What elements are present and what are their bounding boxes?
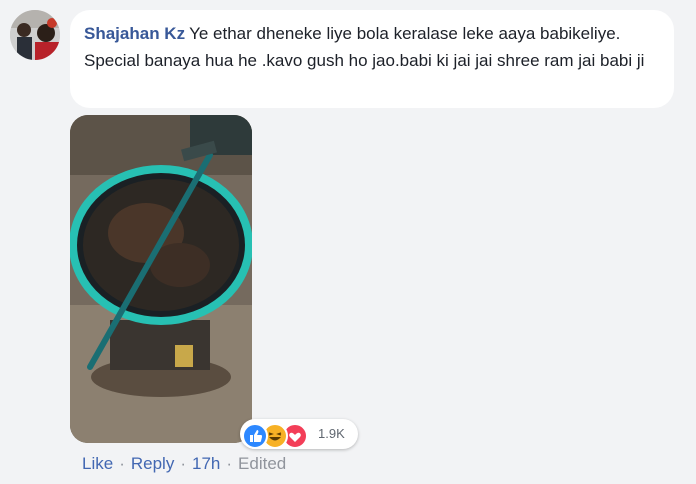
commenter-avatar[interactable]: [10, 10, 60, 60]
comment-bubble: Shajahan Kz Ye ethar dheneke liye bola ke…: [70, 10, 674, 108]
comment-photo[interactable]: [70, 115, 252, 443]
comment-author[interactable]: Shajahan Kz: [84, 24, 185, 43]
edited-label[interactable]: Edited: [238, 454, 286, 474]
separator: ·: [226, 454, 233, 473]
separator: ·: [119, 454, 125, 473]
reactions-summary[interactable]: 1.9K: [240, 419, 358, 449]
comment-actions: Like · Reply · 17h · Edited: [82, 454, 286, 474]
separator: ·: [180, 454, 186, 473]
reply-button[interactable]: Reply: [131, 454, 174, 474]
timestamp-link[interactable]: 17h: [192, 454, 220, 474]
like-button[interactable]: Like: [82, 454, 113, 474]
reaction-count: 1.9K: [318, 426, 345, 441]
like-icon: [242, 423, 268, 449]
